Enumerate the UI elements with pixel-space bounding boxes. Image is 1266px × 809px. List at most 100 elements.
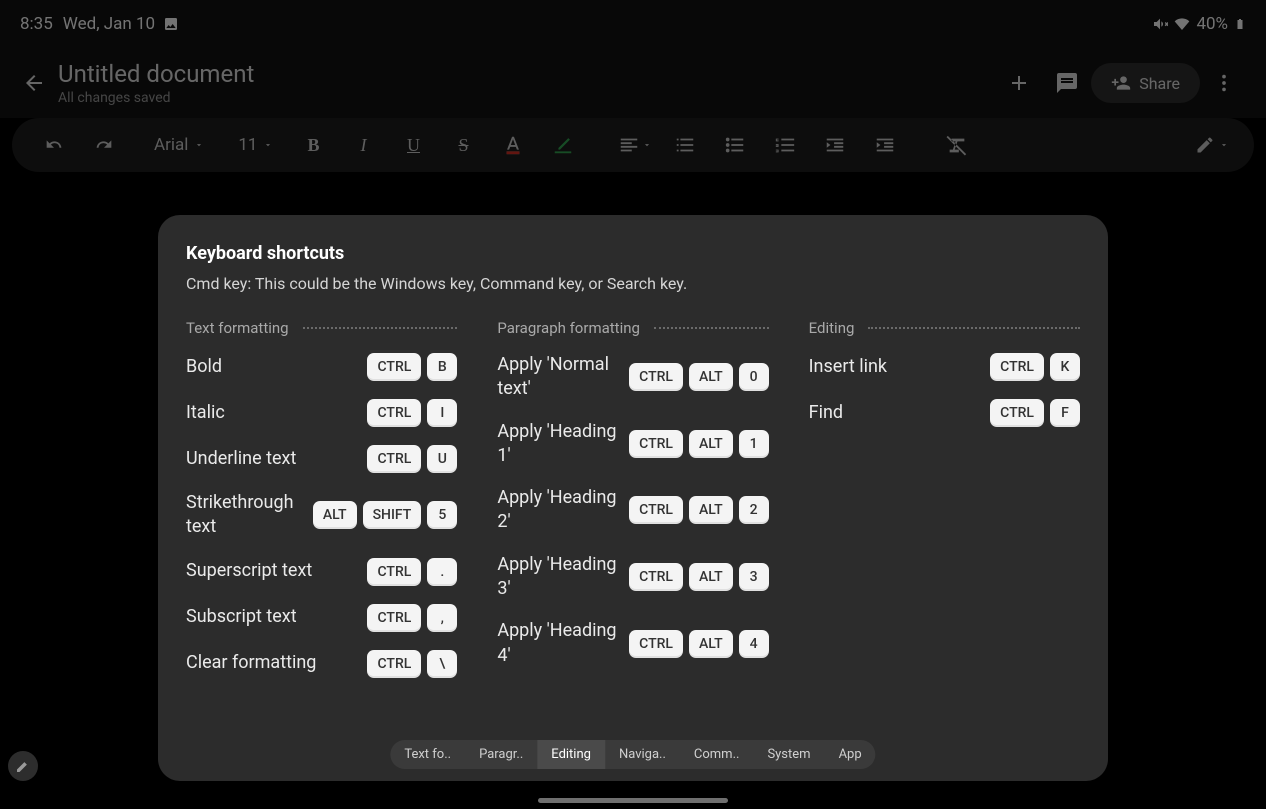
edit-fab[interactable] (8, 751, 38, 781)
key-cap: CTRL (990, 353, 1044, 381)
shortcut-label: Strikethrough text (186, 491, 303, 540)
key-cap: B (427, 353, 457, 381)
shortcut-row: Find CTRLF (809, 399, 1080, 427)
shortcut-section: Editing Insert link CTRLK Find CTRLF (809, 319, 1080, 696)
shortcut-label: Apply 'Heading 4' (497, 619, 619, 668)
shortcut-row: Apply 'Normal text' CTRLALT0 (497, 353, 768, 402)
key-cap: ALT (689, 496, 733, 524)
key-cap: CTRL (367, 353, 421, 381)
shortcut-label: Find (809, 401, 843, 425)
dialog-tab[interactable]: Naviga.. (605, 740, 680, 769)
key-cap: 3 (739, 563, 769, 591)
key-cap: CTRL (367, 445, 421, 473)
shortcut-section: Text formattingBoldCTRLBItalicCTRLIUnder… (186, 319, 457, 696)
shortcut-label: Bold (186, 355, 222, 379)
shortcut-keys: CTRLALT1 (629, 430, 769, 458)
shortcut-row: Italic CTRLI (186, 399, 457, 427)
dialog-tab[interactable]: Editing (537, 740, 605, 769)
shortcut-label: Clear formatting (186, 651, 316, 675)
key-cap: I (427, 399, 457, 427)
section-divider (654, 327, 769, 329)
keyboard-shortcuts-dialog: Keyboard shortcuts Cmd key: This could b… (158, 215, 1108, 781)
shortcut-label: Apply 'Heading 1' (497, 420, 619, 469)
key-cap: SHIFT (363, 501, 422, 529)
shortcut-row: Apply 'Heading 3' CTRLALT3 (497, 553, 768, 602)
key-cap: CTRL (367, 604, 421, 632)
section-title: Text formatting (186, 319, 289, 337)
shortcut-keys: CTRL, (367, 604, 457, 632)
shortcut-keys: CTRLK (990, 353, 1080, 381)
key-cap: 0 (739, 363, 769, 391)
shortcut-row: Insert link CTRLK (809, 353, 1080, 381)
key-cap: CTRL (990, 399, 1044, 427)
key-cap: CTRL (367, 558, 421, 586)
shortcut-keys: CTRLU (367, 445, 457, 473)
shortcut-label: Apply 'Heading 2' (497, 486, 619, 535)
pencil-icon (15, 758, 31, 774)
key-cap: CTRL (629, 630, 683, 658)
shortcut-row: Apply 'Heading 2' CTRLALT2 (497, 486, 768, 535)
key-cap: \ (427, 650, 457, 678)
dialog-title: Keyboard shortcuts (186, 243, 1080, 264)
shortcut-keys: ALTSHIFT5 (313, 501, 457, 529)
shortcut-row: Apply 'Heading 1' CTRLALT1 (497, 420, 768, 469)
key-cap: U (427, 445, 457, 473)
dialog-tab[interactable]: System (753, 740, 824, 769)
shortcut-keys: CTRLALT4 (629, 630, 769, 658)
shortcut-row: Bold CTRLB (186, 353, 457, 381)
dialog-tab[interactable]: Text fo.. (390, 740, 465, 769)
key-cap: ALT (689, 630, 733, 658)
section-header: Paragraph formatting (497, 319, 768, 337)
section-divider (303, 327, 458, 329)
shortcut-row: Subscript text CTRL, (186, 604, 457, 632)
key-cap: CTRL (629, 563, 683, 591)
shortcut-label: Apply 'Normal text' (497, 353, 619, 402)
shortcut-keys: CTRLALT0 (629, 363, 769, 391)
key-cap: ALT (313, 501, 357, 529)
dialog-tab[interactable]: App (825, 740, 876, 769)
shortcut-row: Apply 'Heading 4' CTRLALT4 (497, 619, 768, 668)
dialog-tab[interactable]: Comm.. (680, 740, 754, 769)
shortcut-label: Insert link (809, 355, 887, 379)
shortcut-keys: CTRLF (990, 399, 1080, 427)
key-cap: CTRL (367, 399, 421, 427)
shortcut-row: Superscript text CTRL. (186, 558, 457, 586)
shortcut-keys: CTRLB (367, 353, 457, 381)
shortcut-label: Apply 'Heading 3' (497, 553, 619, 602)
key-cap: CTRL (629, 496, 683, 524)
dialog-subtitle: Cmd key: This could be the Windows key, … (186, 274, 1080, 293)
shortcut-label: Superscript text (186, 559, 312, 583)
key-cap: 4 (739, 630, 769, 658)
dialog-tab[interactable]: Paragr.. (465, 740, 537, 769)
shortcut-row: Clear formatting CTRL\ (186, 650, 457, 678)
key-cap: . (427, 558, 457, 586)
section-title: Editing (809, 319, 855, 337)
key-cap: 5 (427, 501, 457, 529)
key-cap: K (1050, 353, 1080, 381)
key-cap: CTRL (629, 430, 683, 458)
section-header: Editing (809, 319, 1080, 337)
key-cap: F (1050, 399, 1080, 427)
key-cap: CTRL (367, 650, 421, 678)
section-title: Paragraph formatting (497, 319, 640, 337)
shortcut-label: Italic (186, 401, 225, 425)
shortcut-keys: CTRL. (367, 558, 457, 586)
shortcut-keys: CTRLI (367, 399, 457, 427)
section-divider (868, 327, 1080, 329)
key-cap: 1 (739, 430, 769, 458)
key-cap: ALT (689, 430, 733, 458)
shortcut-row: Underline text CTRLU (186, 445, 457, 473)
shortcut-label: Subscript text (186, 605, 297, 629)
key-cap: ALT (689, 363, 733, 391)
shortcut-keys: CTRLALT2 (629, 496, 769, 524)
dialog-tab-bar: Text fo..Paragr..EditingNaviga..Comm..Sy… (390, 740, 875, 769)
section-header: Text formatting (186, 319, 457, 337)
key-cap: , (427, 604, 457, 632)
shortcut-label: Underline text (186, 447, 296, 471)
shortcut-keys: CTRLALT3 (629, 563, 769, 591)
shortcut-row: Strikethrough text ALTSHIFT5 (186, 491, 457, 540)
shortcut-keys: CTRL\ (367, 650, 457, 678)
shortcut-section: Paragraph formatting Apply 'Normal text' C… (497, 319, 768, 696)
key-cap: CTRL (629, 363, 683, 391)
home-indicator (538, 798, 728, 803)
